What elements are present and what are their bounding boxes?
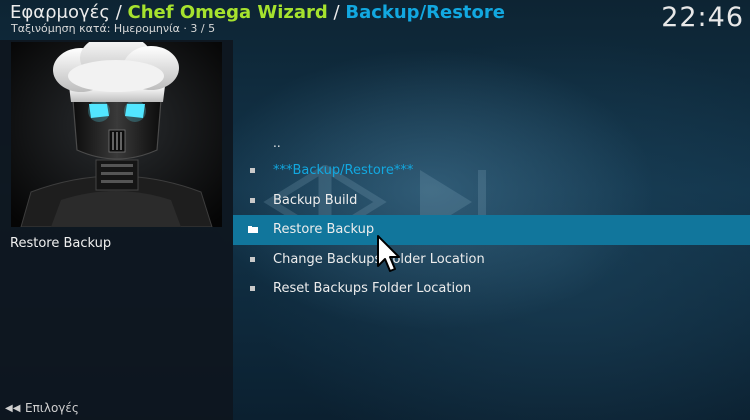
list-item-label: Reset Backups Folder Location <box>273 281 472 297</box>
folder-icon <box>248 226 258 234</box>
list-item-label: ***Backup/Restore*** <box>273 163 414 179</box>
breadcrumb-page: Backup/Restore <box>345 2 505 23</box>
bullet-icon <box>250 256 255 262</box>
list-item-backup-restore-header[interactable]: ***Backup/Restore*** <box>233 156 750 186</box>
breadcrumb-root: Εφαρμογές <box>10 2 110 23</box>
list-item-label: Restore Backup <box>273 222 375 238</box>
options-button[interactable]: ◀◀ Επιλογές <box>5 401 79 415</box>
options-label: Επιλογές <box>25 401 79 415</box>
selected-item-title: Restore Backup <box>10 236 112 251</box>
breadcrumb-separator: / <box>115 2 122 23</box>
mouse-pointer-icon <box>377 235 400 272</box>
header: Εφαρμογές / Chef Omega Wizard / Backup/R… <box>0 0 750 40</box>
breadcrumb: Εφαρμογές / Chef Omega Wizard / Backup/R… <box>10 2 505 23</box>
breadcrumb-addon: Chef Omega Wizard <box>127 2 328 23</box>
list-item-parent[interactable]: .. <box>233 126 750 156</box>
list-item-label: Backup Build <box>273 192 358 208</box>
bullet-icon <box>250 286 255 292</box>
list-item-reset-backups-folder[interactable]: Reset Backups Folder Location <box>233 274 750 304</box>
list-item-label: .. <box>273 136 281 150</box>
bullet-icon <box>250 168 255 174</box>
menu-list: .. ***Backup/Restore*** Backup Build Res… <box>233 126 750 304</box>
list-item-restore-backup[interactable]: Restore Backup <box>233 215 750 245</box>
list-item-backup-build[interactable]: Backup Build <box>233 186 750 216</box>
info-panel: Restore Backup ◀◀ Επιλογές <box>0 40 233 420</box>
clock: 22:46 <box>661 2 744 33</box>
sort-info: Ταξινόμηση κατά: Ημερομηνία · 3 / 5 <box>11 22 216 35</box>
list-item-change-backups-folder[interactable]: Change Backups Folder Location <box>233 245 750 275</box>
breadcrumb-separator: / <box>333 2 340 23</box>
bullet-icon <box>250 197 255 203</box>
chef-robot-icon <box>11 42 222 227</box>
arrow-left-icon: ◀◀ <box>5 402 21 414</box>
addon-thumbnail <box>11 42 222 227</box>
